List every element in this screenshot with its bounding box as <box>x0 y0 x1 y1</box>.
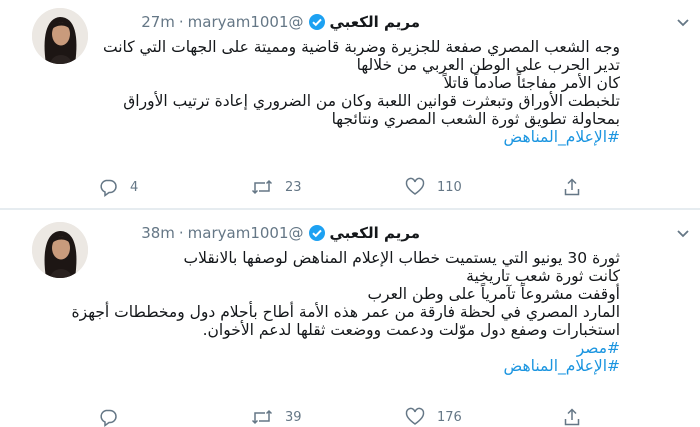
timestamp[interactable]: 38m <box>141 224 175 242</box>
reply-button[interactable] <box>98 407 130 427</box>
hashtag-link[interactable]: #الإعلام_المناهض <box>8 128 620 146</box>
reply-icon <box>100 409 117 427</box>
timestamp[interactable]: 27m <box>141 13 175 31</box>
separator-dot: · <box>178 224 184 242</box>
chevron-down-icon[interactable] <box>676 14 690 28</box>
tweet[interactable]: مريم الكعبي @maryam1001 · 27m وجه الشعب … <box>0 0 700 209</box>
tweet-line: وجه الشعب المصري صفعة للجزيرة وضربة قاضي… <box>102 38 620 56</box>
hashtag-link[interactable]: #الإعلام_المناهض <box>8 357 620 375</box>
like-icon <box>405 177 425 195</box>
reply-button[interactable]: 4 <box>98 177 138 197</box>
author-name[interactable]: مريم الكعبي <box>330 224 421 242</box>
author-name[interactable]: مريم الكعبي <box>330 13 421 31</box>
tweet-line: كانت ثورة شعب تاريخية <box>466 267 620 285</box>
share-button[interactable] <box>562 177 582 197</box>
tweet-actions: 39 176 <box>98 407 638 427</box>
chevron-down-icon[interactable] <box>676 225 690 239</box>
tweet-line: ثورة 30 يونيو التي يستميت خطاب الإعلام ا… <box>183 249 620 267</box>
tweet-text: ثورة 30 يونيو التي يستميت خطاب الإعلام ا… <box>8 249 620 375</box>
like-icon <box>405 407 425 425</box>
tweet-line: المارد المصري في لحظة فارقة من عمر هذه ا… <box>71 303 620 321</box>
tweet-line: بمحاولة تطويق ثورة الشعب المصري ونتائجها <box>331 110 620 128</box>
tweet-line: أوقفت مشروعاً تآمرياً على وطن العرب <box>367 285 620 303</box>
share-icon <box>564 178 580 196</box>
tweet-line: تلخبطت الأوراق وتبعثرت قوانين اللعبة وكا… <box>123 92 620 110</box>
retweet-count: 23 <box>285 179 302 195</box>
retweet-button[interactable]: 23 <box>251 177 302 197</box>
tweet-text: وجه الشعب المصري صفعة للجزيرة وضربة قاضي… <box>8 38 620 146</box>
tweet-line: استخبارات وصفع دول موّلت ودعمت ووضعت ثقل… <box>202 321 620 339</box>
like-button[interactable]: 176 <box>405 407 462 427</box>
like-count: 176 <box>437 409 462 425</box>
author-handle[interactable]: @maryam1001 <box>188 13 304 31</box>
author-handle[interactable]: @maryam1001 <box>188 224 304 242</box>
verified-badge-icon <box>308 13 326 31</box>
retweet-icon <box>251 179 273 195</box>
retweet-button[interactable]: 39 <box>251 407 302 427</box>
separator-dot: · <box>178 13 184 31</box>
like-count: 110 <box>437 179 462 195</box>
reply-count: 4 <box>130 179 139 195</box>
tweet-header: مريم الكعبي @maryam1001 · 27m <box>20 11 420 33</box>
hashtag-link[interactable]: #مصر <box>8 339 620 357</box>
tweet-header: مريم الكعبي @maryam1001 · 38m <box>20 222 420 244</box>
tweet[interactable]: مريم الكعبي @maryam1001 · 38m ثورة 30 يو… <box>0 210 700 427</box>
tweet-actions: 4 23 110 <box>98 177 638 197</box>
share-icon <box>564 408 580 426</box>
retweet-icon <box>251 409 273 425</box>
tweet-line: تدير الحرب على الوطن العربي من خلالها <box>356 56 620 74</box>
reply-icon <box>100 179 117 197</box>
tweet-line: كان الأمر مفاجئاً صادماً قاتلاً <box>443 74 620 92</box>
retweet-count: 39 <box>285 409 302 425</box>
share-button[interactable] <box>562 407 582 427</box>
verified-badge-icon <box>308 224 326 242</box>
like-button[interactable]: 110 <box>405 177 462 197</box>
